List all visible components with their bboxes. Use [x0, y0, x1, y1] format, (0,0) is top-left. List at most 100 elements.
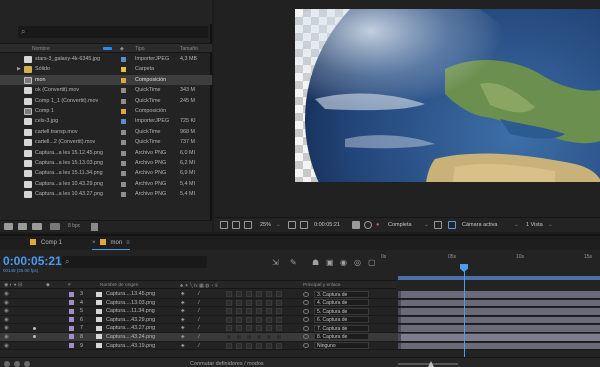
parent-select[interactable]: Ninguno [314, 342, 369, 350]
switch-box[interactable] [276, 342, 282, 349]
project-item-row[interactable]: Captura...a les 10.43.29.png Archivo PNG 5… [0, 179, 212, 189]
layer-name[interactable]: Captura....43.27.png [106, 325, 174, 331]
shy-switch-icon[interactable]: ♣ [181, 343, 185, 349]
label-color-swatch[interactable] [121, 181, 126, 187]
snapshot-icon[interactable] [352, 221, 360, 229]
layer-row[interactable]: ◉ 7 Captura....43.27.png ♣ / 7. Captura de [0, 324, 600, 333]
switch-box[interactable] [256, 299, 262, 306]
layer-row[interactable]: ◉ 6 Captura....43.29.png ♣ / 6. Captura de [0, 316, 600, 325]
layer-duration-bar[interactable] [398, 316, 600, 324]
switch-box[interactable] [246, 342, 252, 349]
project-item-row[interactable]: cartell...2 (Convertit).mov QuickTime 737 … [0, 137, 212, 147]
visibility-eye-icon[interactable]: ◉ [4, 291, 9, 297]
grid-icon[interactable] [232, 221, 240, 229]
layer-row[interactable]: ◉ 9 Captura....43.19.png ♣ / Ninguno [0, 342, 600, 351]
shy-layers-icon[interactable]: ☗ [312, 258, 322, 268]
column-size[interactable]: Tamaño [180, 46, 198, 52]
parent-select[interactable]: 6. Captura de [314, 316, 369, 324]
quality-switch-icon[interactable]: / [198, 334, 200, 340]
switch-box[interactable] [276, 325, 282, 332]
parent-select[interactable]: 7. Captura de [314, 324, 369, 332]
switch-box[interactable] [236, 325, 242, 332]
layer-label-swatch[interactable] [69, 343, 74, 349]
label-color-swatch[interactable] [121, 192, 126, 198]
work-area-bar[interactable] [398, 276, 600, 280]
layer-name[interactable]: Captura....43.29.png [106, 317, 174, 323]
parent-pickwhip-icon[interactable] [303, 334, 309, 340]
layer-in-point[interactable] [398, 291, 401, 298]
label-color-swatch[interactable] [121, 67, 126, 73]
label-color-swatch[interactable] [121, 98, 126, 104]
project-item-row[interactable]: Captura...a les 15.12.45.png Archivo PNG 6… [0, 148, 212, 158]
fast-previews-icon[interactable] [434, 221, 442, 229]
tab-mon[interactable]: × mon ≡ [92, 239, 130, 250]
column-type[interactable]: Tipo [135, 46, 145, 52]
switch-box[interactable] [236, 308, 242, 315]
shy-switch-icon[interactable]: ♣ [181, 308, 185, 314]
views-dropdown-icon[interactable]: ⌄ [548, 222, 553, 228]
layer-row[interactable]: ◉ 8 Captura....43.24.png ♣ / 8. Captura de [0, 332, 600, 342]
switch-box[interactable] [256, 291, 262, 297]
layer-label-swatch[interactable] [69, 325, 74, 331]
tab-comp-1[interactable]: Comp 1 [30, 239, 62, 250]
frame-blending-icon[interactable]: ▣ [326, 258, 336, 268]
layer-row[interactable]: ◉ 5 Captura....11.34.png ♣ / 5. Captura de [0, 307, 600, 316]
switch-box[interactable] [276, 291, 282, 297]
quality-switch-icon[interactable]: / [198, 308, 200, 314]
switch-box[interactable] [276, 308, 282, 315]
viewer-timecode[interactable]: 0:00:05:21 [314, 222, 340, 228]
project-item-row[interactable]: Comp 1_1 (Convertit).mov QuickTime 245 M [0, 96, 212, 106]
label-column-icon[interactable]: ◆ [120, 46, 124, 52]
switch-box[interactable] [236, 333, 242, 340]
switch-box[interactable] [266, 299, 272, 306]
project-item-row[interactable]: Captura...a les 10.43.27.png Archivo PNG 5… [0, 189, 212, 199]
label-color-swatch[interactable] [121, 150, 126, 156]
timeline-search-input[interactable]: ⌕ [62, 256, 207, 268]
layer-name[interactable]: Captura....11.34.png [106, 308, 174, 314]
switch-box[interactable] [276, 333, 282, 340]
menu-icon[interactable]: ≡ [126, 240, 130, 246]
visibility-eye-icon[interactable]: ◉ [4, 343, 9, 349]
layer-name[interactable]: Captura....13.03.png [106, 300, 174, 306]
timeline-zoom-slider[interactable] [398, 363, 458, 365]
project-item-row[interactable]: Comp 1 Composición [0, 106, 212, 116]
safe-areas-icon[interactable] [288, 221, 296, 229]
toggle-switches-modes-button[interactable]: Conmutar definidores / modos [190, 361, 264, 367]
switch-box[interactable] [236, 316, 242, 323]
switch-box[interactable] [226, 316, 232, 323]
project-item-row[interactable]: Captura...a les 15.11.34.png Archivo PNG 6… [0, 168, 212, 178]
interpret-footage-icon[interactable] [4, 223, 13, 230]
switch-box[interactable] [226, 291, 232, 297]
visibility-eye-icon[interactable]: ◉ [4, 325, 9, 331]
parent-select[interactable]: 3. Captura de [314, 290, 369, 298]
parent-pickwhip-icon[interactable] [303, 291, 309, 297]
label-color-swatch[interactable] [121, 108, 126, 114]
layer-label-swatch[interactable] [69, 308, 74, 314]
switch-box[interactable] [236, 291, 242, 297]
project-item-row[interactable]: cartell transp.mov QuickTime 968 M [0, 127, 212, 137]
camera-select[interactable]: Cámara activa [462, 222, 497, 228]
shy-switch-icon[interactable]: ♣ [181, 325, 185, 331]
label-color-swatch[interactable] [121, 160, 126, 166]
project-item-row[interactable]: stars-3_galaxy-4k-6345.jpg ImporterJPEG 4,… [0, 54, 212, 64]
layer-markers-icon[interactable]: ▢ [368, 258, 378, 268]
switch-box[interactable] [226, 333, 232, 340]
resolution-select[interactable]: Completa [388, 222, 412, 228]
switch-box[interactable] [266, 316, 272, 323]
views-select[interactable]: 1 Vista [526, 222, 543, 228]
close-icon[interactable]: × [92, 240, 96, 246]
quality-switch-icon[interactable]: / [198, 343, 200, 349]
expand-modes-icon[interactable] [24, 361, 30, 367]
project-settings-icon[interactable] [50, 223, 60, 230]
layer-in-point[interactable] [398, 299, 401, 307]
render-time-icon[interactable] [4, 361, 10, 367]
switch-box[interactable] [236, 342, 242, 349]
parent-pickwhip-icon[interactable] [303, 308, 309, 314]
layer-in-point[interactable] [398, 308, 401, 315]
layer-label-swatch[interactable] [69, 334, 74, 340]
switch-box[interactable] [276, 299, 282, 306]
zoom-dropdown-icon[interactable]: ⌄ [276, 222, 281, 228]
label-color-swatch[interactable] [121, 57, 126, 62]
parent-select[interactable]: 4. Captura de [314, 299, 369, 307]
column-name[interactable]: Nombre [32, 46, 50, 52]
